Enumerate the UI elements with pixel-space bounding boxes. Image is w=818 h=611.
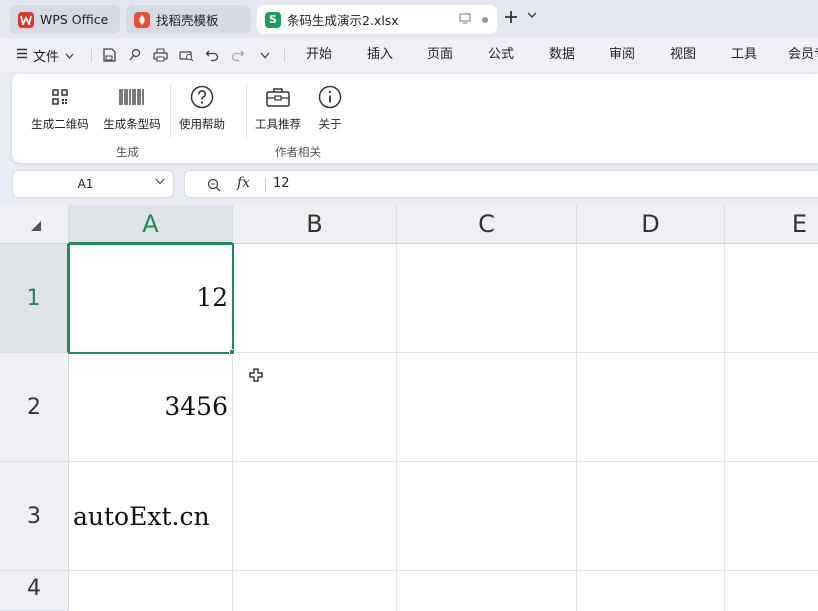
- formula-bar: fx 12: [184, 170, 818, 198]
- wps-logo-icon: [18, 11, 34, 28]
- tab-page[interactable]: 页面: [427, 38, 453, 72]
- function-icon[interactable]: fx: [237, 175, 250, 191]
- tool-recommend-button[interactable]: 工具推荐: [250, 74, 306, 134]
- group-label-generate: 生成: [116, 145, 139, 159]
- chevron-down-icon[interactable]: [155, 177, 165, 188]
- tab-label: 条码生成演示2.xlsx: [287, 13, 399, 28]
- save-icon[interactable]: [101, 47, 117, 63]
- button-label: 关于: [318, 117, 342, 131]
- name-box[interactable]: A1: [12, 170, 174, 198]
- about-button[interactable]: 关于: [310, 74, 350, 134]
- generate-qr-code-button[interactable]: 生成二维码: [28, 74, 92, 134]
- active-cell-selection: [68, 243, 234, 354]
- cell-cursor-icon: [249, 367, 263, 386]
- new-tab-button[interactable]: [503, 9, 519, 30]
- formula-input[interactable]: 12: [273, 171, 290, 197]
- row-header-4[interactable]: 4: [0, 571, 69, 611]
- chevron-down-icon: [65, 48, 74, 63]
- row-header-3[interactable]: 3: [0, 462, 69, 571]
- file-menu-label: 文件: [33, 49, 60, 65]
- column-header-b[interactable]: B: [233, 205, 397, 244]
- tab-docer-templates[interactable]: 找稻壳模板: [126, 5, 251, 34]
- tab-data[interactable]: 数据: [549, 38, 575, 72]
- column-header-a[interactable]: A: [69, 205, 233, 244]
- fill-handle[interactable]: [229, 349, 235, 355]
- title-tab-bar: WPS Office 找稻壳模板 S 条码生成演示2.xlsx: [0, 0, 818, 38]
- pin-icon[interactable]: [127, 47, 143, 63]
- tab-formula[interactable]: 公式: [488, 38, 514, 72]
- button-label: 使用帮助: [179, 117, 225, 131]
- spreadsheet-logo-icon: S: [265, 11, 281, 28]
- qr-code-icon: [52, 84, 68, 110]
- tab-view[interactable]: 视图: [670, 38, 696, 72]
- info-icon: [318, 84, 342, 110]
- tab-review[interactable]: 审阅: [609, 38, 635, 72]
- undo-icon[interactable]: [204, 47, 220, 63]
- monitor-icon[interactable]: [459, 13, 471, 27]
- row-header-2[interactable]: 2: [0, 353, 69, 462]
- row-header-1[interactable]: 1: [0, 244, 69, 353]
- tab-list-chevron-icon[interactable]: [527, 11, 537, 22]
- barcode-icon: [119, 84, 145, 110]
- toolbox-icon: [265, 84, 291, 110]
- tab-label: WPS Office: [40, 12, 109, 27]
- cell-reference: A1: [77, 177, 94, 191]
- cell-a2[interactable]: 3456: [69, 392, 228, 421]
- tab-insert[interactable]: 插入: [367, 38, 393, 72]
- button-label: 生成二维码: [31, 117, 89, 131]
- group-label-author: 作者相关: [275, 145, 321, 159]
- tab-label: 找稻壳模板: [156, 13, 219, 28]
- spreadsheet-grid[interactable]: A B C D E 1 2 3 4 12 3456 autoExt.cn: [0, 205, 818, 611]
- button-label: 工具推荐: [255, 117, 301, 131]
- tab-membership[interactable]: 会员专: [788, 38, 818, 72]
- tab-active-document[interactable]: S 条码生成演示2.xlsx: [257, 5, 497, 34]
- column-header-c[interactable]: C: [397, 205, 577, 244]
- tab-wps-office[interactable]: WPS Office: [10, 5, 120, 34]
- generate-barcode-button[interactable]: 生成条型码: [100, 74, 164, 134]
- column-header-e[interactable]: E: [725, 205, 818, 244]
- hamburger-icon: [16, 48, 28, 63]
- column-header-d[interactable]: D: [577, 205, 725, 244]
- tab-home[interactable]: 开始: [306, 38, 332, 72]
- zoom-search-icon[interactable]: [207, 177, 221, 196]
- print-preview-icon[interactable]: [178, 47, 194, 63]
- unsaved-dot-icon[interactable]: [481, 13, 489, 27]
- menu-bar: 文件 开始 插入 页面 公式 数据 审阅 视图 工具 会员专: [0, 38, 818, 72]
- file-menu[interactable]: 文件: [16, 38, 74, 72]
- help-button[interactable]: 使用帮助: [174, 74, 230, 134]
- button-label: 生成条型码: [103, 117, 161, 131]
- redo-icon[interactable]: [230, 47, 246, 63]
- quick-access-more-icon[interactable]: [257, 47, 273, 63]
- help-icon: [190, 84, 214, 110]
- docer-logo-icon: [134, 11, 150, 28]
- cell-a3[interactable]: autoExt.cn: [73, 502, 210, 531]
- tab-tools[interactable]: 工具: [731, 38, 757, 72]
- select-all-corner[interactable]: [0, 205, 69, 244]
- print-icon[interactable]: [152, 47, 168, 63]
- ribbon-panel: 生成二维码 生成条型码 使用帮助 工具推荐 关于 生成 作者相关: [12, 74, 818, 163]
